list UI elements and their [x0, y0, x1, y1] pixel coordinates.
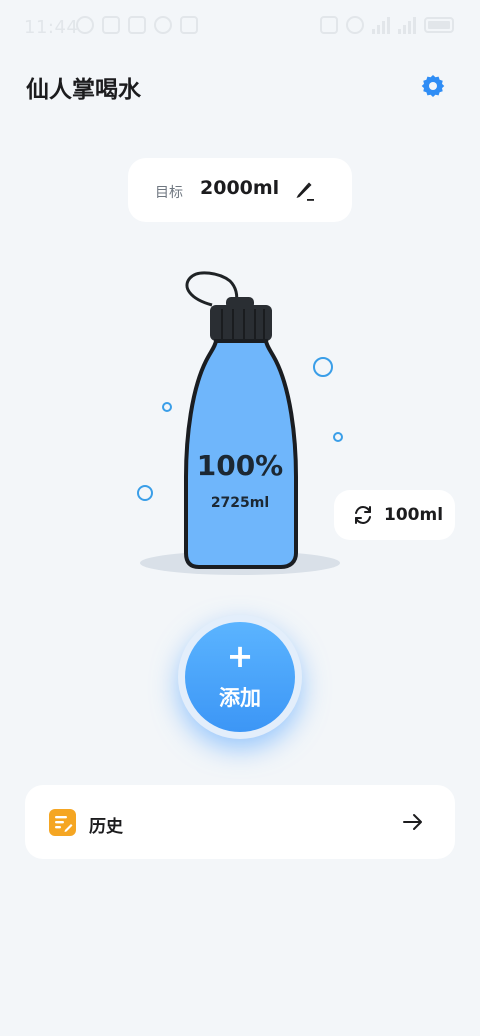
intake-amount: 2725ml — [210, 495, 270, 511]
refresh-icon — [355, 505, 371, 525]
add-button-label: 添加 — [219, 686, 261, 710]
nfc-icon — [180, 16, 198, 34]
progress-percent: 100% — [196, 449, 284, 482]
eye-icon — [76, 16, 94, 34]
plus-icon: + — [226, 637, 254, 675]
hd-icon — [320, 16, 338, 34]
water-bottle — [140, 271, 340, 575]
signal-2-icon — [398, 16, 416, 34]
battery-icon — [424, 17, 454, 33]
wifi-icon — [346, 16, 364, 34]
history-label: 历史 — [89, 817, 123, 837]
bottle-cap — [210, 305, 272, 341]
app-notification-icon — [128, 16, 146, 34]
edit-goal-button[interactable] — [290, 176, 318, 204]
goal-card: 目标 2000ml — [128, 158, 352, 222]
notification-icon — [102, 16, 120, 34]
status-left-icons — [76, 16, 198, 34]
bluetooth-icon — [154, 16, 172, 34]
step-amount-label: 100ml — [384, 505, 444, 525]
goal-label: 目标 — [155, 185, 183, 201]
status-bar: 11:44 — [0, 0, 480, 56]
status-time: 11:44 — [24, 17, 79, 38]
goal-value: 2000ml — [200, 177, 280, 199]
status-right-icons — [320, 16, 454, 34]
history-card[interactable]: 历史 — [25, 785, 455, 859]
pencil-icon — [296, 182, 314, 201]
document-icon — [49, 809, 76, 836]
settings-button[interactable] — [420, 73, 446, 99]
page-title: 仙人掌喝水 — [26, 77, 141, 103]
step-amount-button[interactable]: 100ml — [334, 490, 455, 540]
signal-icon — [372, 16, 390, 34]
arrow-right-icon — [403, 814, 422, 830]
add-water-button[interactable]: + 添加 — [185, 622, 295, 732]
gear-icon — [421, 75, 445, 97]
